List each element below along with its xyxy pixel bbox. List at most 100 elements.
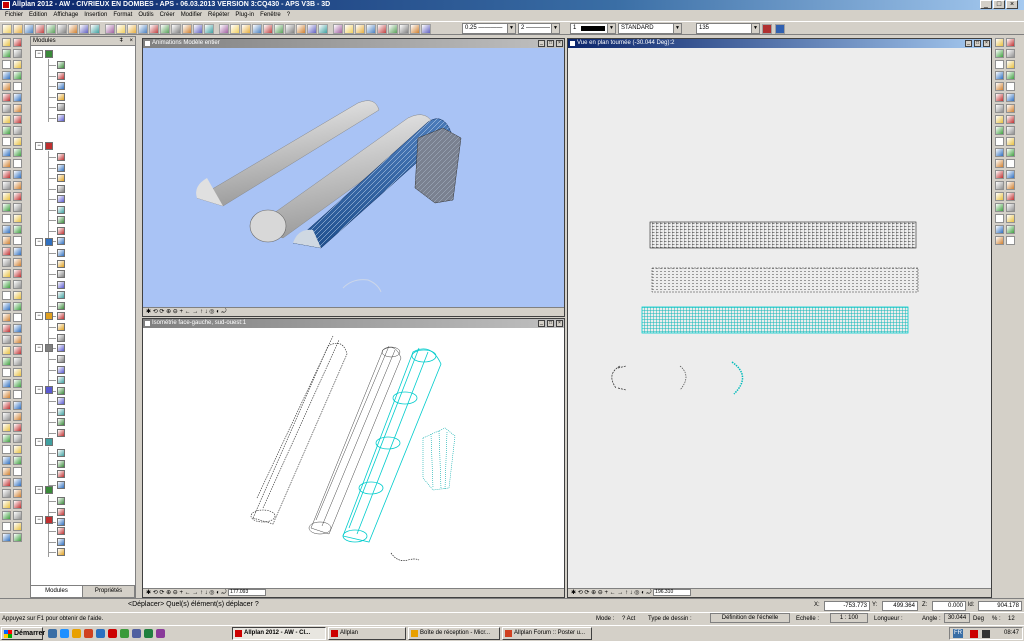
toolbar-tool-icon[interactable] xyxy=(57,24,67,34)
tool-icon[interactable] xyxy=(1006,192,1015,201)
x-coordinate[interactable]: -753.773 xyxy=(824,601,870,611)
tool-icon[interactable] xyxy=(13,379,22,388)
tool-icon[interactable] xyxy=(2,38,11,47)
task-forum[interactable]: Allplan Forum :: Poster u... xyxy=(502,627,592,640)
tool-icon[interactable] xyxy=(13,346,22,355)
menu-item-10[interactable]: Fenêtre xyxy=(257,12,284,18)
plan-viewport[interactable]: Vue en plan tournée (-30.044 Deg):2 _ □ × ✱… xyxy=(567,38,992,598)
tool-icon[interactable] xyxy=(995,203,1004,212)
tool-icon[interactable] xyxy=(2,71,11,80)
module-group-icon[interactable] xyxy=(45,344,53,352)
module-item-icon[interactable] xyxy=(57,249,65,257)
menu-item-8[interactable]: Répéter xyxy=(205,12,232,18)
tool-icon[interactable] xyxy=(1006,137,1015,146)
tool-icon[interactable] xyxy=(13,93,22,102)
tree-expand-icon[interactable]: − xyxy=(35,312,43,320)
toolbar-tool-icon[interactable] xyxy=(219,24,229,34)
tool-icon[interactable] xyxy=(995,181,1004,190)
toolbar-tool-icon[interactable] xyxy=(775,24,785,34)
tool-icon[interactable] xyxy=(2,445,11,454)
tray-icon[interactable] xyxy=(982,630,990,638)
minimize-icon[interactable]: _ xyxy=(965,40,972,47)
tool-icon[interactable] xyxy=(1006,214,1015,223)
tool-icon[interactable] xyxy=(1006,49,1015,58)
tool-icon[interactable] xyxy=(995,93,1004,102)
task-mail[interactable]: Boîte de réception - Micr... xyxy=(408,627,500,640)
menu-item-11[interactable]: ? xyxy=(284,12,293,18)
toolbar-tool-icon[interactable] xyxy=(171,24,181,34)
toolbar-tool-icon[interactable] xyxy=(90,24,100,34)
tool-icon[interactable] xyxy=(13,522,22,531)
close-icon[interactable]: × xyxy=(1006,0,1018,9)
tool-icon[interactable] xyxy=(13,467,22,476)
module-group-icon[interactable] xyxy=(45,238,53,246)
layer-select[interactable]: STANDARD ▼ xyxy=(618,23,682,34)
toolbar-tool-icon[interactable] xyxy=(762,24,772,34)
folder-icon[interactable] xyxy=(72,629,81,638)
toolbar-tool-icon[interactable] xyxy=(24,24,34,34)
tool-icon[interactable] xyxy=(995,115,1004,124)
module-item-icon[interactable] xyxy=(57,259,65,268)
tool-icon[interactable] xyxy=(1006,225,1015,234)
tool-icon[interactable] xyxy=(13,291,22,300)
tree-expand-icon[interactable]: − xyxy=(35,344,43,352)
tool-icon[interactable] xyxy=(13,335,22,344)
tool-icon[interactable] xyxy=(13,115,22,124)
toolbar-tool-icon[interactable] xyxy=(149,24,159,34)
toolbar-tool-icon[interactable] xyxy=(182,24,192,34)
tool-icon[interactable] xyxy=(2,137,11,146)
module-group-icon[interactable] xyxy=(45,516,53,524)
tool-icon[interactable] xyxy=(13,203,22,212)
menu-item-5[interactable]: Outils xyxy=(135,12,156,18)
tool-icon[interactable] xyxy=(2,60,11,69)
toolbar-tool-icon[interactable] xyxy=(105,24,115,34)
tree-expand-icon[interactable]: − xyxy=(35,516,43,524)
tool-icon[interactable] xyxy=(995,159,1004,168)
tool-icon[interactable] xyxy=(13,368,22,377)
toolbar-tool-icon[interactable] xyxy=(116,24,126,34)
ie-icon[interactable] xyxy=(60,629,69,638)
tool-icon[interactable] xyxy=(13,170,22,179)
toolbar-tool-icon[interactable] xyxy=(46,24,56,34)
distance-value[interactable]: 904.178 xyxy=(978,601,1022,611)
tool-icon[interactable] xyxy=(2,181,11,190)
module-item-icon[interactable] xyxy=(57,92,65,101)
tool-icon[interactable] xyxy=(13,423,22,432)
tool-icon[interactable] xyxy=(13,192,22,201)
module-item-icon[interactable] xyxy=(57,270,65,278)
menu-item-7[interactable]: Modifier xyxy=(178,12,205,18)
tool-icon[interactable] xyxy=(995,126,1004,135)
tool-icon[interactable] xyxy=(995,104,1004,113)
module-item-icon[interactable] xyxy=(57,548,65,556)
module-item-icon[interactable] xyxy=(57,195,65,203)
module-item-icon[interactable] xyxy=(57,226,65,235)
tool-icon[interactable] xyxy=(2,357,11,366)
tool-icon[interactable] xyxy=(995,192,1004,201)
tool-icon[interactable] xyxy=(13,214,22,223)
app-icon[interactable] xyxy=(156,629,165,638)
minimize-icon[interactable]: _ xyxy=(980,0,992,9)
module-item-icon[interactable] xyxy=(57,237,65,245)
toolbar-tool-icon[interactable] xyxy=(399,24,409,34)
pin-icon[interactable]: ǂ xyxy=(119,37,123,46)
tool-icon[interactable] xyxy=(13,302,22,311)
tool-icon[interactable] xyxy=(13,82,22,91)
tool-icon[interactable] xyxy=(1006,60,1015,69)
tree-expand-icon[interactable]: − xyxy=(35,238,43,246)
tool-icon[interactable] xyxy=(1006,71,1015,80)
plan-zoom-field[interactable]: 196.310 xyxy=(653,589,692,596)
toolbar-tool-icon[interactable] xyxy=(79,24,89,34)
isometric-canvas[interactable] xyxy=(143,328,564,588)
tool-icon[interactable] xyxy=(2,302,11,311)
tool-icon[interactable] xyxy=(2,247,11,256)
module-item-icon[interactable] xyxy=(57,113,65,122)
tool-icon[interactable] xyxy=(2,280,11,289)
z-coordinate[interactable]: 0.000 xyxy=(932,601,966,611)
tool-icon[interactable] xyxy=(13,412,22,421)
toolbar-tool-icon[interactable] xyxy=(35,24,45,34)
module-item-icon[interactable] xyxy=(57,216,65,224)
tool-icon[interactable] xyxy=(2,214,11,223)
menu-item-9[interactable]: Plug-in xyxy=(232,12,257,18)
maximize-icon[interactable]: □ xyxy=(547,40,554,47)
close-icon[interactable]: × xyxy=(129,37,133,46)
